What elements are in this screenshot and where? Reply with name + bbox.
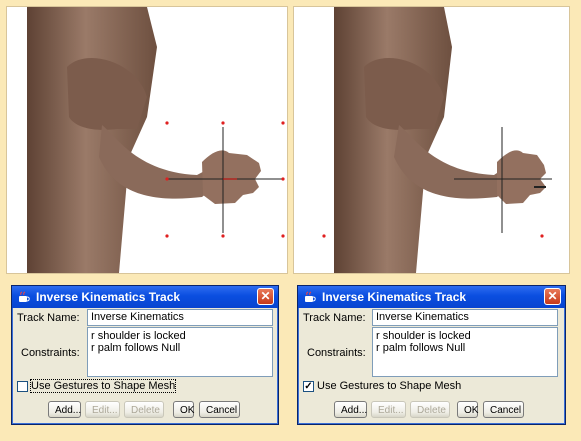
use-gestures-checkbox-row[interactable]: ✓ Use Gestures to Shape Mesh: [303, 380, 463, 394]
constraints-list[interactable]: r shoulder is locked r palm follows Null: [87, 327, 273, 377]
ik-track-dialog-left: Inverse Kinematics Track ✕ Track Name: I…: [11, 285, 279, 425]
ik-track-dialog-right: Inverse Kinematics Track ✕ Track Name: I…: [297, 285, 566, 425]
use-gestures-checkbox[interactable]: [17, 381, 28, 392]
close-icon: ✕: [547, 289, 558, 303]
track-name-input[interactable]: Inverse Kinematics: [372, 309, 558, 326]
use-gestures-label[interactable]: Use Gestures to Shape Mesh: [29, 379, 177, 393]
track-name-label: Track Name:: [303, 312, 366, 324]
delete-button[interactable]: Delete: [124, 401, 164, 418]
viewport-left[interactable]: [6, 6, 288, 274]
close-icon: ✕: [260, 289, 271, 303]
torso-shape: [27, 7, 157, 273]
list-item[interactable]: r shoulder is locked: [376, 330, 554, 342]
edit-button[interactable]: Edit...: [85, 401, 120, 418]
list-item[interactable]: r palm follows Null: [376, 342, 554, 354]
close-button[interactable]: ✕: [257, 288, 274, 305]
dialog-title: Inverse Kinematics Track: [36, 290, 181, 304]
delete-button[interactable]: Delete: [410, 401, 450, 418]
dialog-title: Inverse Kinematics Track: [322, 290, 467, 304]
character-render-left: [27, 7, 285, 273]
list-item[interactable]: r palm follows Null: [91, 342, 269, 354]
use-gestures-checkbox[interactable]: ✓: [303, 381, 314, 392]
list-item[interactable]: r shoulder is locked: [91, 330, 269, 342]
java-cup-icon: [19, 291, 30, 302]
track-name-input[interactable]: Inverse Kinematics: [87, 309, 273, 326]
page: Inverse Kinematics Track ✕ Track Name: I…: [0, 0, 581, 441]
track-name-label: Track Name:: [17, 312, 80, 324]
title-bar[interactable]: Inverse Kinematics Track ✕: [12, 286, 278, 308]
add-button[interactable]: Add...: [334, 401, 367, 418]
torso-shape: [334, 7, 452, 273]
constraints-label: Constraints:: [21, 347, 80, 359]
java-cup-icon: [305, 291, 316, 302]
cancel-button[interactable]: Cancel: [483, 401, 524, 418]
viewport-right[interactable]: [293, 6, 570, 274]
hand-shape: [497, 150, 546, 204]
ok-button[interactable]: OK: [457, 401, 478, 418]
cancel-button[interactable]: Cancel: [199, 401, 240, 418]
title-bar[interactable]: Inverse Kinematics Track ✕: [298, 286, 565, 308]
character-render-right: [322, 7, 552, 273]
constraints-list[interactable]: r shoulder is locked r palm follows Null: [372, 327, 558, 377]
constraints-label: Constraints:: [307, 347, 366, 359]
use-gestures-label[interactable]: Use Gestures to Shape Mesh: [317, 380, 461, 392]
edit-button[interactable]: Edit...: [371, 401, 406, 418]
hand-shape: [202, 150, 261, 204]
use-gestures-checkbox-row[interactable]: Use Gestures to Shape Mesh: [17, 379, 177, 394]
add-button[interactable]: Add...: [48, 401, 81, 418]
close-button[interactable]: ✕: [544, 288, 561, 305]
ok-button[interactable]: OK: [173, 401, 194, 418]
